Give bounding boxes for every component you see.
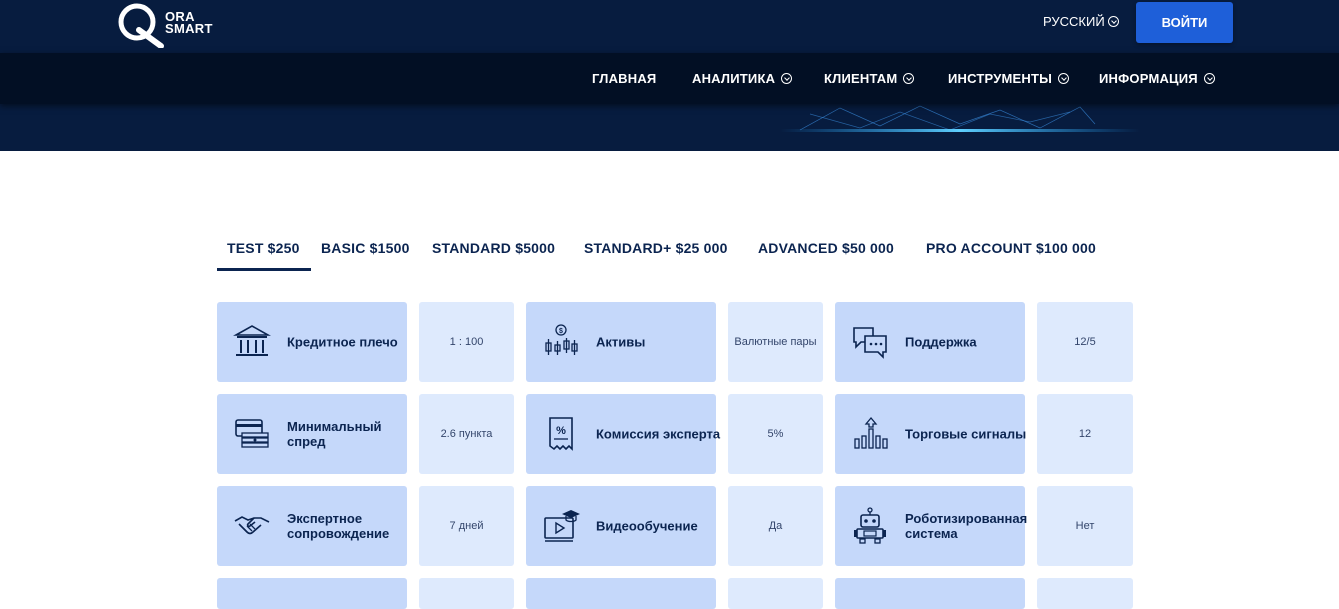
- chat-support-icon: [853, 327, 887, 359]
- nav-item-label: ИНСТРУМЕНТЫ: [948, 71, 1053, 86]
- logo-text-line2: SMART: [165, 21, 213, 36]
- feature-card-assets: $ Активы: [526, 302, 716, 382]
- nav-item-label: КЛИЕНТАМ: [824, 71, 898, 86]
- language-selector[interactable]: РУССКИЙ: [1043, 14, 1119, 29]
- login-button[interactable]: ВОЙТИ: [1136, 2, 1233, 43]
- feature-value: 12: [1037, 394, 1133, 474]
- hero-banner: [0, 104, 1339, 151]
- nav-item-label: ГЛАВНАЯ: [592, 71, 657, 86]
- feature-value: Нет: [1037, 486, 1133, 566]
- feature-label: Роботизированная система: [905, 511, 1028, 541]
- feature-label: Комиссия эксперта: [596, 426, 721, 442]
- feature-card-video-education: Видеообучение: [526, 486, 716, 566]
- main-nav: ГЛАВНАЯ АНАЛИТИКА КЛИЕНТАМ ИНСТРУМЕНТЫ И…: [0, 53, 1339, 104]
- feature-label: Поддержка: [905, 334, 977, 350]
- feature-value: 2.6 пункта: [419, 394, 514, 474]
- assets-candles-icon: $: [545, 324, 578, 355]
- feature-card-leverage: Кредитное плечо: [217, 302, 407, 382]
- feature-value: 1 : 100: [419, 302, 514, 382]
- cash-cards-icon: [235, 419, 269, 448]
- bar-chart-arrow-icon: [854, 416, 888, 449]
- chevron-down-icon: [1203, 73, 1215, 84]
- tab-advanced[interactable]: ADVANCED $50 000: [758, 240, 894, 256]
- top-header: ORA SMART РУССКИЙ ВОЙТИ: [0, 0, 1339, 53]
- chevron-down-icon: [781, 73, 793, 84]
- active-tab-indicator: [217, 268, 311, 271]
- svg-text:%: %: [556, 425, 566, 437]
- receipt-percent-icon: %: [549, 417, 573, 451]
- feature-value: 7 дней: [419, 486, 514, 566]
- feature-label: Видеообучение: [596, 518, 698, 534]
- feature-label: Кредитное плечо: [287, 334, 398, 350]
- nav-item-clients[interactable]: КЛИЕНТАМ: [824, 71, 915, 86]
- feature-value: 5%: [728, 394, 823, 474]
- logo[interactable]: ORA SMART: [117, 2, 227, 48]
- nav-item-home[interactable]: ГЛАВНАЯ: [592, 71, 656, 86]
- nav-item-instruments[interactable]: ИНСТРУМЕНТЫ: [948, 71, 1070, 86]
- feature-value-partial: [1037, 578, 1133, 609]
- tab-test[interactable]: TEST $250: [227, 240, 300, 256]
- tab-standard-plus[interactable]: STANDARD+ $25 000: [584, 240, 728, 256]
- feature-card-min-spread: Минимальный спред: [217, 394, 407, 474]
- svg-text:$: $: [559, 328, 563, 335]
- feature-card-partial: [835, 578, 1025, 609]
- robot-icon: [854, 507, 886, 544]
- feature-card-support: Поддержка: [835, 302, 1025, 382]
- chevron-down-icon: [1058, 73, 1070, 84]
- feature-card-expert-fee: % Комиссия эксперта: [526, 394, 720, 474]
- feature-card-partial: [526, 578, 716, 609]
- tab-standard[interactable]: STANDARD $5000: [432, 240, 555, 256]
- feature-card-expert-support: Экспертное сопровождение: [217, 486, 407, 566]
- video-education-icon: [544, 510, 580, 542]
- feature-value-partial: [728, 578, 823, 609]
- language-label: РУССКИЙ: [1043, 14, 1105, 29]
- nav-item-label: АНАЛИТИКА: [692, 71, 776, 86]
- feature-value-partial: [419, 578, 514, 609]
- network-glow-graphic: [780, 105, 1140, 132]
- chevron-down-icon: [903, 73, 915, 84]
- nav-item-information[interactable]: ИНФОРМАЦИЯ: [1099, 71, 1215, 86]
- chevron-down-icon: [1107, 16, 1119, 27]
- tab-pro-account[interactable]: PRO ACCOUNT $100 000: [926, 240, 1096, 256]
- feature-card-trading-signals: Торговые сигналы: [835, 394, 1026, 474]
- handshake-icon: [234, 516, 270, 535]
- feature-label: Активы: [596, 334, 646, 350]
- feature-card-partial: [217, 578, 407, 609]
- nav-item-label: ИНФОРМАЦИЯ: [1099, 71, 1198, 86]
- bank-icon: [233, 325, 271, 356]
- logo-q-icon: [118, 3, 164, 48]
- feature-value: 12/5: [1037, 302, 1133, 382]
- nav-item-analytics[interactable]: АНАЛИТИКА: [692, 71, 793, 86]
- tab-basic[interactable]: BASIC $1500: [321, 240, 410, 256]
- feature-value: Да: [728, 486, 823, 566]
- feature-label: Торговые сигналы: [905, 426, 1027, 442]
- logo-text: ORA SMART: [165, 10, 213, 36]
- feature-label: Экспертное сопровождение: [287, 511, 390, 541]
- feature-value: Валютные пары: [728, 302, 823, 382]
- feature-label: Минимальный спред: [287, 419, 382, 449]
- feature-card-robotic-system: Роботизированная система: [835, 486, 1027, 566]
